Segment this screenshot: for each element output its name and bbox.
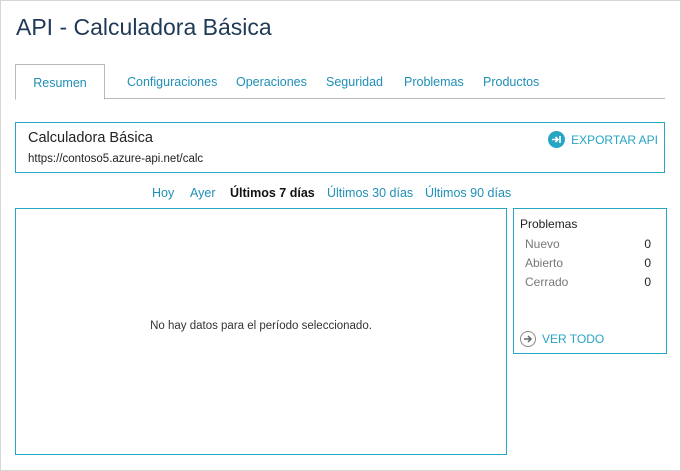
tab-productos[interactable]: Productos (483, 64, 539, 97)
usage-chart-panel: No hay datos para el período seleccionad… (15, 208, 507, 455)
tab-problemas[interactable]: Problemas (404, 64, 464, 97)
issue-label: Nuevo (525, 237, 560, 251)
issue-row-abierto[interactable]: Abierto 0 (525, 256, 651, 270)
tab-seguridad[interactable]: Seguridad (326, 64, 383, 97)
api-name: Calculadora Básica (28, 130, 153, 146)
issue-count: 0 (644, 256, 651, 270)
issue-label: Abierto (525, 256, 564, 270)
period-hoy[interactable]: Hoy (152, 186, 174, 200)
page-title: API - Calculadora Básica (16, 14, 272, 40)
period-ultimos-30-dias[interactable]: Últimos 30 días (327, 186, 413, 200)
issue-count: 0 (644, 275, 651, 289)
tab-configuraciones[interactable]: Configuraciones (127, 64, 217, 97)
tab-operaciones[interactable]: Operaciones (236, 64, 307, 97)
issue-label: Cerrado (525, 275, 569, 289)
tab-bar: Resumen Configuraciones Operaciones Segu… (15, 64, 665, 100)
issue-row-cerrado[interactable]: Cerrado 0 (525, 275, 651, 289)
export-arrow-icon (548, 131, 566, 148)
issues-title: Problemas (520, 217, 578, 231)
period-ultimos-90-dias[interactable]: Últimos 90 días (425, 186, 511, 200)
issues-panel: Problemas Nuevo 0 Abierto 0 Cerrado 0 VE… (513, 208, 667, 354)
export-api-label: EXPORTAR API (571, 132, 658, 147)
arrow-right-circle-icon (520, 331, 536, 347)
issue-row-nuevo[interactable]: Nuevo 0 (525, 237, 651, 251)
view-all-label: VER TODO (542, 332, 605, 346)
period-ayer[interactable]: Ayer (190, 186, 215, 200)
no-data-message: No hay datos para el período seleccionad… (150, 320, 372, 332)
view-all-button[interactable]: VER TODO (520, 331, 604, 347)
api-url: https://contoso5.azure-api.net/calc (28, 153, 204, 165)
issue-count: 0 (644, 237, 651, 251)
period-selector: Hoy Ayer Últimos 7 días Últimos 30 días … (0, 186, 681, 202)
tab-resumen[interactable]: Resumen (15, 64, 105, 100)
api-summary-panel: Calculadora Básica https://contoso5.azur… (15, 122, 665, 173)
period-ultimos-7-dias[interactable]: Últimos 7 días (230, 186, 315, 200)
export-api-button[interactable]: EXPORTAR API (548, 131, 658, 148)
